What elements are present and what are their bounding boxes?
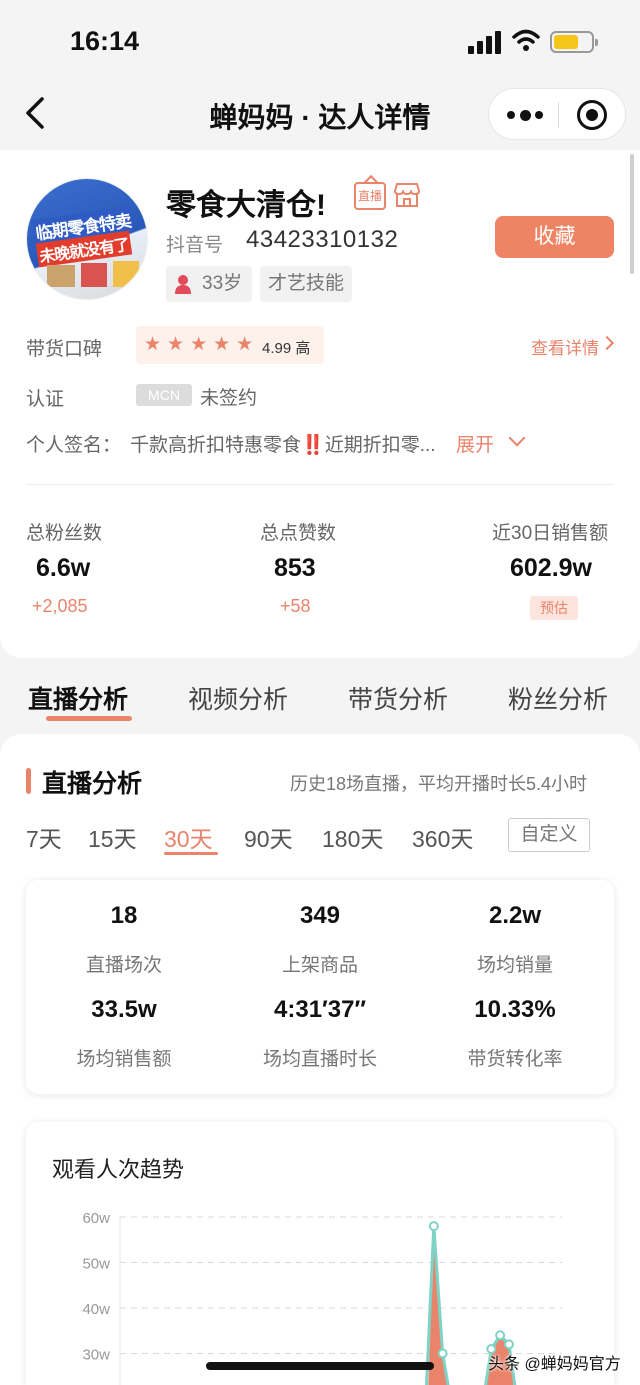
more-icon[interactable] bbox=[507, 103, 543, 127]
shop-icon bbox=[394, 183, 420, 207]
metric-value: 4:31′37′′ bbox=[274, 996, 366, 1023]
signature-part-1: 千款高折扣特惠零食 bbox=[130, 435, 302, 456]
skill-tag: 才艺技能 bbox=[260, 266, 352, 302]
y-tick-label: 40w bbox=[82, 1301, 110, 1318]
metric-label: 上架商品 bbox=[281, 955, 358, 976]
metric-value: 349 bbox=[299, 902, 341, 929]
rating-score: 4.99 高 bbox=[262, 340, 311, 357]
signal-icon bbox=[468, 30, 502, 54]
estimate-badge: 预估 bbox=[530, 596, 578, 620]
capsule-divider bbox=[558, 102, 559, 128]
view-details-link[interactable]: 查看详情 bbox=[531, 334, 599, 359]
rating-stars: ★★★★★ bbox=[144, 334, 260, 355]
fans-value: 6.6w bbox=[36, 554, 91, 582]
metric-label: 带货转化率 bbox=[467, 1049, 563, 1070]
range-30d[interactable]: 30天 bbox=[164, 820, 213, 854]
signature-part-2: 近期折扣零... bbox=[324, 435, 436, 456]
y-tick-label: 50w bbox=[82, 1256, 110, 1273]
scrollbar[interactable] bbox=[630, 154, 634, 274]
person-icon bbox=[175, 275, 191, 294]
signature-text: 千款高折扣特惠零食‼️近期折扣零... bbox=[130, 430, 436, 457]
age-tag: 33岁 bbox=[166, 266, 252, 302]
active-range-indicator bbox=[164, 852, 218, 855]
sales-label: 近30日销售额 bbox=[492, 523, 609, 544]
range-180d[interactable]: 180天 bbox=[322, 820, 383, 854]
douyin-label: 抖音号 bbox=[166, 235, 224, 256]
sales-value: 602.9w bbox=[510, 554, 593, 582]
likes-value: 853 bbox=[274, 554, 316, 582]
range-360d[interactable]: 360天 bbox=[412, 820, 473, 854]
expand-link[interactable]: 展开 bbox=[456, 430, 494, 457]
section-subtitle: 历史18场直播，平均开播时长5.4小时 bbox=[290, 774, 588, 794]
metric-value: 18 bbox=[110, 902, 138, 929]
battery-icon bbox=[550, 31, 598, 53]
reputation-label: 带货口碑 bbox=[26, 339, 103, 360]
status-bar: 16:14 bbox=[0, 0, 640, 80]
metric-label: 场均销量 bbox=[476, 955, 553, 976]
data-point bbox=[503, 1339, 514, 1350]
active-tab-indicator bbox=[46, 716, 132, 721]
fans-label: 总粉丝数 bbox=[26, 523, 103, 544]
divider bbox=[26, 484, 614, 485]
data-point bbox=[428, 1221, 439, 1232]
custom-range-button[interactable]: 自定义 bbox=[508, 818, 590, 852]
metric-label: 场均销售额 bbox=[76, 1049, 172, 1070]
live-badge-icon: 直播 bbox=[354, 182, 386, 210]
close-miniprogram-icon[interactable] bbox=[577, 100, 607, 130]
influencer-name: 零食大清仓! bbox=[166, 189, 326, 222]
age-text: 33岁 bbox=[202, 273, 243, 294]
watermark: 头条 @蝉妈妈官方 bbox=[488, 1356, 621, 1373]
status-time: 16:14 bbox=[70, 26, 140, 56]
fans-delta: +2,085 bbox=[32, 596, 88, 616]
section-title: 直播分析 bbox=[42, 770, 143, 798]
data-point bbox=[437, 1348, 448, 1359]
chart-title: 观看人次趋势 bbox=[52, 1157, 185, 1182]
cert-value: 未签约 bbox=[200, 388, 258, 409]
signature-label: 个人签名： bbox=[26, 435, 122, 456]
data-point bbox=[495, 1330, 506, 1341]
wifi-icon bbox=[512, 29, 540, 51]
mcn-badge: MCN bbox=[136, 384, 192, 406]
home-indicator[interactable] bbox=[206, 1362, 434, 1370]
douyin-id: 43423310132 bbox=[246, 226, 399, 253]
avatar[interactable]: 临期零食特卖 未晚就没有了 bbox=[26, 178, 148, 300]
miniprogram-capsule bbox=[488, 88, 626, 140]
tab-fans-analysis[interactable]: 粉丝分析 bbox=[508, 680, 608, 716]
tab-sales-analysis[interactable]: 带货分析 bbox=[348, 680, 448, 716]
y-tick-label: 60w bbox=[82, 1210, 110, 1227]
section-accent-bar bbox=[26, 768, 31, 794]
metric-value: 10.33% bbox=[474, 996, 556, 1023]
likes-delta: +58 bbox=[280, 596, 311, 616]
cert-label: 认证 bbox=[26, 389, 65, 410]
tab-live-analysis[interactable]: 直播分析 bbox=[28, 680, 128, 716]
y-tick-label: 30w bbox=[82, 1347, 110, 1364]
range-90d[interactable]: 90天 bbox=[244, 820, 293, 854]
nav-bar: 蝉妈妈 · 达人详情 bbox=[0, 80, 640, 150]
favorite-button[interactable]: 收藏 bbox=[495, 216, 614, 258]
metric-value: 33.5w bbox=[91, 996, 157, 1023]
metric-value: 2.2w bbox=[488, 902, 542, 929]
metric-label: 场均直播时长 bbox=[262, 1049, 377, 1070]
likes-label: 总点赞数 bbox=[260, 523, 337, 544]
metric-label: 直播场次 bbox=[85, 955, 162, 976]
range-15d[interactable]: 15天 bbox=[88, 820, 137, 854]
double-exclamation-icon: ‼️ bbox=[301, 435, 325, 456]
rating-badge: ★★★★★ 4.99 高 bbox=[136, 326, 324, 364]
tab-video-analysis[interactable]: 视频分析 bbox=[188, 680, 288, 716]
range-7d[interactable]: 7天 bbox=[26, 820, 62, 854]
